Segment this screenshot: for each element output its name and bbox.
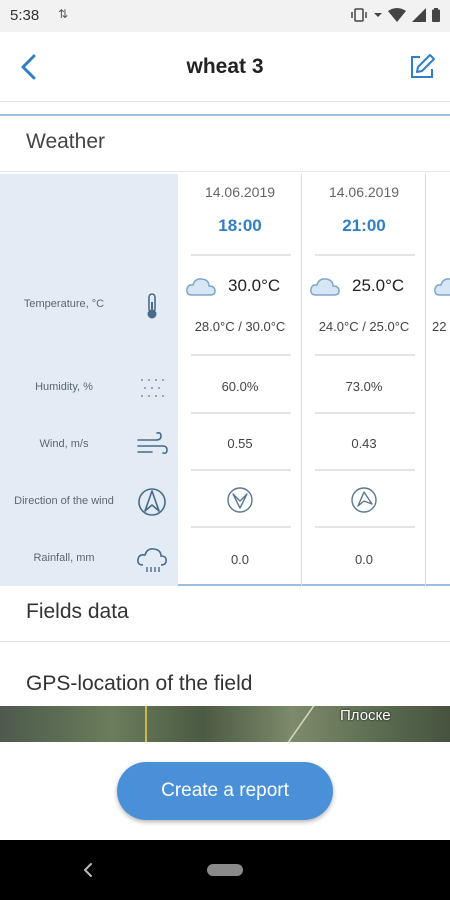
divider xyxy=(315,469,415,471)
status-time: 5:38 xyxy=(10,7,40,24)
forecast-column-partial: 22 xyxy=(426,174,450,586)
weather-section-title: Weather xyxy=(0,116,450,172)
vibrate-icon xyxy=(351,8,367,22)
row-label-wind: Wind, m/s xyxy=(39,438,89,450)
signal-icon xyxy=(412,8,426,22)
cloud-icon xyxy=(310,278,340,296)
status-icons xyxy=(350,8,440,22)
temperature-row: 25.0°C xyxy=(308,272,424,302)
temperature-value: 25.0°C xyxy=(352,276,405,295)
map-place-label: Плоске xyxy=(340,707,391,724)
row-label-humidity: Humidity, % xyxy=(35,381,93,393)
battery-icon xyxy=(432,8,440,22)
forecast-date: 14.06.2019 xyxy=(328,184,400,200)
row-label-wind-direction: Direction of the wind xyxy=(14,495,114,507)
rainfall-value: 0.0 xyxy=(354,552,374,567)
humidity-icon xyxy=(141,379,164,397)
forecast-column: 14.06.2019 18:00 30.0°C 28.0°C / 30.0°C … xyxy=(178,174,302,586)
field-map[interactable]: Плоске xyxy=(0,706,450,742)
cloud-icon xyxy=(186,278,216,296)
nav-back-icon[interactable] xyxy=(80,858,96,882)
humidity-value: 60.0% xyxy=(221,379,259,394)
wind-value: 0.43 xyxy=(351,436,377,451)
forecast-time: 21:00 xyxy=(342,216,386,235)
status-bar: 5:38 ⇅ xyxy=(0,0,450,32)
divider xyxy=(315,254,415,256)
divider xyxy=(191,254,291,256)
weather-labels-panel: Temperature, °C Humidity, % Wind, m/s Di… xyxy=(0,174,178,586)
thermometer-icon xyxy=(147,293,157,319)
row-label-temperature: Temperature, °C xyxy=(23,298,105,310)
wind-direction-icon xyxy=(351,487,377,513)
weather-table[interactable]: Temperature, °C Humidity, % Wind, m/s Di… xyxy=(0,174,450,586)
temperature-row: 30.0°C xyxy=(184,272,300,302)
dropdown-indicator-icon xyxy=(374,13,382,17)
cloud-icon xyxy=(434,278,450,296)
wind-direction-icon xyxy=(227,487,253,513)
weather-card: Weather Temperature, °C Humidity, % Wind… xyxy=(0,114,450,586)
app-bar: wheat 3 xyxy=(0,32,450,102)
edit-button[interactable] xyxy=(404,49,440,85)
temperature-range: 24.0°C / 25.0°C xyxy=(318,319,410,334)
rainfall-value: 0.0 xyxy=(230,552,250,567)
humidity-value: 73.0% xyxy=(345,379,383,394)
divider xyxy=(191,412,291,414)
forecast-date: 14.06.2019 xyxy=(204,184,276,200)
bottom-action-area: Create a report xyxy=(0,742,450,840)
divider xyxy=(315,354,415,356)
temperature-range: 28.0°C / 30.0°C xyxy=(194,319,286,334)
map-road xyxy=(145,706,147,742)
divider xyxy=(191,469,291,471)
temperature-range: 22 xyxy=(432,319,447,334)
create-report-button[interactable]: Create a report xyxy=(117,762,333,820)
divider xyxy=(315,526,415,528)
system-navigation-bar xyxy=(0,840,450,900)
gps-location-title: GPS-location of the field xyxy=(26,672,253,695)
temperature-value: 30.0°C xyxy=(228,276,281,295)
divider xyxy=(191,354,291,356)
forecast-column: 14.06.2019 21:00 25.0°C 24.0°C / 25.0°C … xyxy=(302,174,426,586)
page-title: wheat 3 xyxy=(186,55,264,78)
compass-icon xyxy=(138,488,166,516)
row-label-rainfall: Rainfall, mm xyxy=(33,552,95,564)
wifi-icon xyxy=(388,8,406,22)
edit-icon xyxy=(411,54,435,78)
rain-cloud-icon xyxy=(137,548,167,572)
nav-home-pill[interactable] xyxy=(207,864,243,876)
wind-value: 0.55 xyxy=(227,436,253,451)
divider xyxy=(315,412,415,414)
sync-icon: ⇅ xyxy=(58,7,69,21)
fields-data-section[interactable]: Fields data xyxy=(0,586,450,642)
divider xyxy=(191,526,291,528)
wind-icon xyxy=(137,432,168,454)
forecast-time: 18:00 xyxy=(218,216,262,235)
